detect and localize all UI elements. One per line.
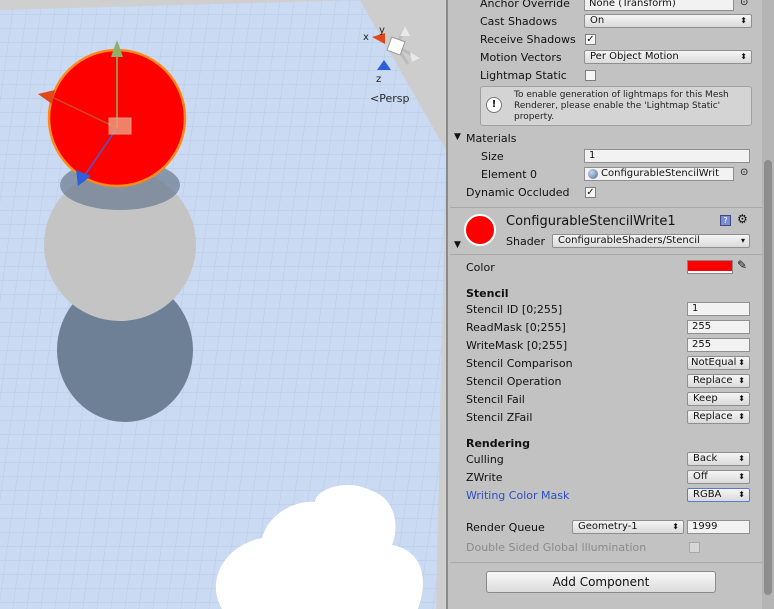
writing-color-mask-dropdown[interactable]: RGBA ⬍ [687,488,750,502]
color-field[interactable] [687,260,733,274]
render-queue-dropdown[interactable]: Geometry-1 ⬍ [572,520,684,534]
material-preview-swatch [464,214,496,246]
stencil-fail-dropdown[interactable]: Keep ⬍ [687,392,750,406]
stencil-fail-label: Stencil Fail [466,393,525,406]
shader-label: Shader [506,235,545,248]
dropdown-arrow-icon: ⬍ [740,16,747,25]
dropdown-arrow-icon: ⬍ [672,522,679,531]
object-picker-icon[interactable]: ⊙ [740,0,748,8]
dropdown-arrow-icon: ⬍ [738,412,745,421]
render-queue-label: Render Queue [466,521,545,534]
dropdown-arrow-icon: ⬍ [738,454,745,463]
lightmap-static-label: Lightmap Static [480,69,567,82]
stencil-header: Stencil [466,287,509,300]
motion-vectors-dropdown[interactable]: Per Object Motion ⬍ [584,50,752,64]
scrollbar-thumb[interactable] [764,160,772,595]
persp-chevron-icon: < [370,92,380,105]
alpha-bar [688,271,732,273]
material-foldout-icon[interactable]: ▼ [454,240,461,250]
motion-vectors-label: Motion Vectors [480,51,562,64]
zwrite-dropdown[interactable]: Off ⬍ [687,470,750,484]
gizmo-z-label: z [376,74,381,85]
writemask-field[interactable]: 255 [687,338,750,352]
element0-field[interactable]: ConfigurableStencilWrit [584,167,734,181]
culling-dropdown[interactable]: Back ⬍ [687,452,750,466]
dropdown-arrow-icon: ⬍ [740,52,747,61]
info-icon: ! [486,97,502,113]
cast-shadows-label: Cast Shadows [480,15,558,28]
gizmo-plane-handle [108,117,132,135]
readmask-label: ReadMask [0;255] [466,321,566,334]
dropdown-arrow-icon: ▾ [740,236,745,245]
materials-foldout-icon[interactable]: ▼ [454,132,461,142]
persp-label[interactable]: <Persp [370,92,409,105]
writing-color-mask-label: Writing Color Mask [466,489,570,502]
writemask-label: WriteMask [0;255] [466,339,568,352]
dynamic-occluded-label: Dynamic Occluded [466,186,570,199]
gizmo-y-label: y [379,25,385,36]
inspector-panel: Anchor Override None (Transform) ⊙ Cast … [446,0,774,609]
zwrite-label: ZWrite [466,471,503,484]
receive-shadows-checkbox[interactable]: ✓ [585,34,596,45]
stencil-operation-dropdown[interactable]: Replace ⬍ [687,374,750,388]
lightmap-static-checkbox[interactable] [585,70,596,81]
readmask-field[interactable]: 255 [687,320,750,334]
stencil-operation-label: Stencil Operation [466,375,562,388]
dropdown-arrow-icon: ⬍ [738,358,745,367]
gear-icon[interactable]: ⚙ [737,212,748,226]
dropdown-arrow-icon: ⬍ [738,394,745,403]
materials-size-field[interactable]: 1 [584,149,750,163]
stencil-zfail-label: Stencil ZFail [466,411,533,424]
culling-label: Culling [466,453,504,466]
help-box-text: To enable generation of lightmaps for th… [514,90,729,122]
dropdown-arrow-icon: ⬍ [738,472,745,481]
gizmo-x-label: x [363,32,369,43]
add-component-button[interactable]: Add Component [486,571,716,593]
stencil-id-label: Stencil ID [0;255] [466,303,563,316]
color-label: Color [466,261,495,274]
rendering-header: Rendering [466,437,530,450]
inspector-scrollbar[interactable] [762,0,774,609]
double-sided-gi-checkbox[interactable] [689,542,700,553]
stencil-comparison-dropdown[interactable]: NotEqual ⬍ [687,356,750,370]
receive-shadows-label: Receive Shadows [480,33,576,46]
object-picker-icon[interactable]: ⊙ [740,167,748,178]
element0-label: Element 0 [481,168,538,181]
stencil-comparison-label: Stencil Comparison [466,357,573,370]
lightmap-help-box: ! To enable generation of lightmaps for … [480,86,752,126]
help-book-icon[interactable]: ? [720,215,731,226]
cast-shadows-dropdown[interactable]: On ⬍ [584,14,752,28]
materials-size-label: Size [481,150,504,163]
anchor-override-label: Anchor Override [480,0,570,10]
shader-dropdown[interactable]: ConfigurableShaders/Stencil ▾ [552,234,750,248]
material-name: ConfigurableStencilWrite1 [506,214,676,229]
dropdown-arrow-icon: ⬍ [738,490,745,499]
render-queue-field[interactable]: 1999 [687,520,750,534]
stencil-id-field[interactable]: 1 [687,302,750,316]
double-sided-gi-label: Double Sided Global Illumination [466,541,647,554]
materials-label[interactable]: Materials [466,132,516,145]
anchor-override-field[interactable]: None (Transform) [584,0,734,11]
dynamic-occluded-checkbox[interactable]: ✓ [585,187,596,198]
stencil-zfail-dropdown[interactable]: Replace ⬍ [687,410,750,424]
dropdown-arrow-icon: ⬍ [738,376,745,385]
material-sphere-icon [588,169,598,179]
eyedropper-icon[interactable]: ✎ [737,258,747,272]
scene-view[interactable]: x y z <Persp [0,0,446,609]
